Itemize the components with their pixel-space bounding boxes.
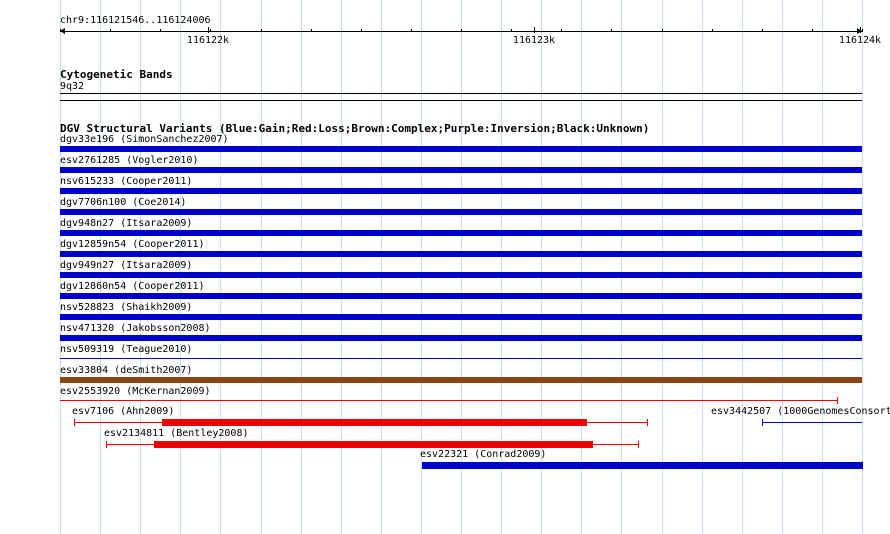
ruler-minor-tick [261,29,262,32]
grid-line [662,0,663,534]
dgv-feature-end-cap [647,419,648,426]
cytoband-track-title: Cytogenetic Bands [60,68,173,81]
ruler-minor-tick [611,29,612,32]
dgv-feature-label[interactable]: esv22321 (Conrad2009) [420,449,546,461]
ruler-tick-label: 116124k [838,35,882,46]
dgv-feature-label[interactable]: esv33804 (deSmith2007) [60,365,192,377]
grid-line [261,0,262,534]
dgv-feature-line[interactable] [762,422,862,423]
dgv-feature-label[interactable]: esv2553920 (McKernan2009) [60,386,211,398]
dgv-feature-label[interactable]: nsv528823 (Shaikh2009) [60,302,192,314]
dgv-feature-end-cap [862,462,863,469]
grid-line [381,0,382,534]
dgv-feature-bar[interactable] [60,272,862,278]
dgv-feature-bar[interactable] [60,146,862,152]
ruler-minor-tick [411,29,412,32]
grid-line [822,0,823,534]
grid-line [301,0,302,534]
ruler-minor-tick [361,29,362,32]
ruler-minor-tick [561,29,562,32]
ruler-minor-tick [812,29,813,32]
dgv-feature-bar[interactable] [60,400,837,401]
grid-line [581,0,582,534]
cytoband-band-label: 9q32 [60,81,85,92]
ruler-tick-label: 116123k [512,35,556,46]
grid-line [621,0,622,534]
dgv-feature-label[interactable]: nsv615233 (Cooper2011) [60,176,192,188]
dgv-feature-label[interactable]: esv7106 (Ahn2009) [72,406,174,418]
dgv-feature-start-cap [106,441,107,448]
dgv-feature-bar[interactable] [60,314,862,320]
ruler-major-tick [534,27,535,33]
ruler-minor-tick [110,29,111,32]
dgv-feature-label[interactable]: dgv948n27 (Itsara2009) [60,218,192,230]
dgv-feature-end-cap [837,397,838,404]
dgv-feature-label[interactable]: esv2134811 (Bentley2008) [104,428,249,440]
dgv-feature-bar[interactable] [154,441,593,448]
dgv-feature-bar[interactable] [60,377,862,383]
dgv-feature-bar[interactable] [60,209,862,215]
ruler-major-tick [860,27,861,33]
dgv-feature-bar[interactable] [60,167,862,173]
dgv-feature-label[interactable]: nsv509319 (Teague2010) [60,344,192,356]
dgv-feature-label[interactable]: dgv7706n100 (Coe2014) [60,197,186,209]
dgv-feature-label[interactable]: dgv949n27 (Itsara2009) [60,260,192,272]
dgv-feature-label[interactable]: nsv471320 (Jakobsson2008) [60,323,211,335]
ruler-minor-tick [60,29,61,32]
dgv-feature-bar[interactable] [60,230,862,236]
ruler-minor-tick [762,29,763,32]
ruler-minor-tick [511,29,512,32]
cytoband-band-bottom [60,100,862,101]
ruler-minor-tick [461,29,462,32]
grid-line [341,0,342,534]
ruler-minor-tick [662,29,663,32]
grid-line [742,0,743,534]
ruler-minor-tick [160,29,161,32]
dgv-feature-bar[interactable] [422,462,862,469]
dgv-feature-label[interactable]: esv2761285 (Vogler2010) [60,155,198,167]
dgv-feature-end-cap [638,441,639,448]
dgv-feature-bar[interactable] [60,358,862,359]
ruler-minor-tick [311,29,312,32]
ruler-major-tick [208,27,209,33]
grid-line [220,0,221,534]
dgv-feature-bar[interactable] [60,293,862,299]
dgv-feature-label[interactable]: dgv12859n54 (Cooper2011) [60,239,205,251]
dgv-feature-start-cap [762,419,763,426]
ruler-tick-label: 116122k [186,35,230,46]
ruler-minor-tick [712,29,713,32]
dgv-feature-bar[interactable] [60,335,862,341]
dgv-feature-start-cap [74,419,75,426]
dgv-feature-bar[interactable] [60,251,862,257]
dgv-feature-bar[interactable] [162,419,587,426]
dgv-feature-label[interactable]: esv3442507 (1000GenomesConsort [711,406,890,418]
ruler-minor-tick [210,29,211,32]
dgv-feature-label[interactable]: dgv33e196 (SimonSanchez2007) [60,134,229,146]
dgv-feature-label[interactable]: dgv12860n54 (Cooper2011) [60,281,205,293]
ruler-range-label: chr9:116121546..116124006 [60,15,211,26]
grid-line [702,0,703,534]
grid-line [782,0,783,534]
grid-line [862,0,863,534]
dgv-feature-bar[interactable] [60,188,862,194]
ruler-minor-tick [862,29,863,32]
cytoband-band-top [60,93,862,94]
